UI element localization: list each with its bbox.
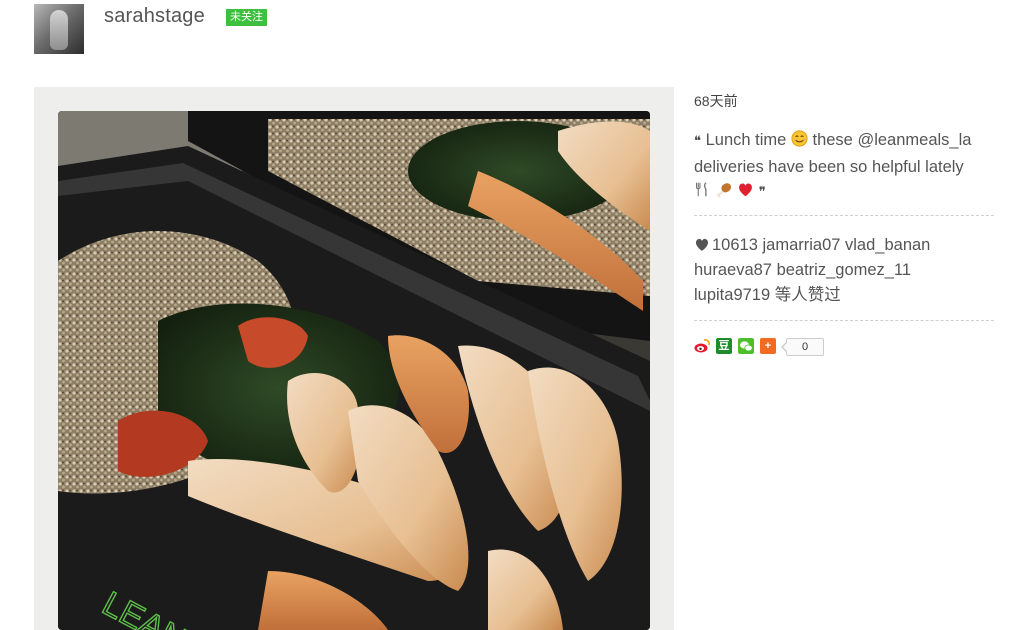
avatar[interactable] (34, 4, 84, 54)
douban-icon[interactable]: 豆 (716, 338, 732, 354)
weibo-icon[interactable] (694, 338, 710, 354)
post-photo[interactable]: LEAN (58, 111, 650, 630)
like-count: 10613 (712, 236, 758, 254)
divider (694, 320, 994, 321)
caption-text-1b: these @leanmeals_la (812, 131, 972, 149)
poultry-leg-icon (716, 183, 731, 198)
fork-and-knife-icon (695, 182, 707, 197)
liker-names-2[interactable]: huraeva87 beatriz_gomez_11 (694, 261, 911, 279)
more-share-icon[interactable]: + (760, 338, 776, 354)
username-link[interactable]: sarahstage (104, 5, 205, 28)
liker-names-3[interactable]: lupita9719 (694, 286, 770, 304)
avatar-figure (50, 10, 68, 50)
caption-text-2: deliveries have been so helpful lately (694, 157, 964, 176)
post-timestamp: 68天前 (694, 93, 738, 109)
likes-suffix: 等人赞过 (774, 286, 841, 304)
post-caption: ❝ Lunch time these @leanmeals_la deliver… (694, 128, 994, 206)
open-quote-icon: ❝ (694, 134, 701, 149)
heart-icon (695, 238, 709, 251)
divider (694, 215, 994, 216)
likes-section: 10613 jamarria07 vlad_banan huraeva87 be… (694, 233, 994, 308)
share-count-badge: 0 (781, 338, 824, 356)
red-heart-icon (739, 183, 753, 197)
food-photo-illustration: LEAN (58, 111, 650, 630)
liker-names-1[interactable]: jamarria07 vlad_banan (762, 236, 930, 254)
smiling-face-emoji-icon (791, 130, 808, 147)
caption-text-1: Lunch time (705, 131, 787, 149)
close-quote-icon: ❞ (758, 185, 766, 200)
wechat-icon[interactable] (738, 338, 754, 354)
follow-status-badge[interactable]: 未关注 (226, 9, 267, 26)
